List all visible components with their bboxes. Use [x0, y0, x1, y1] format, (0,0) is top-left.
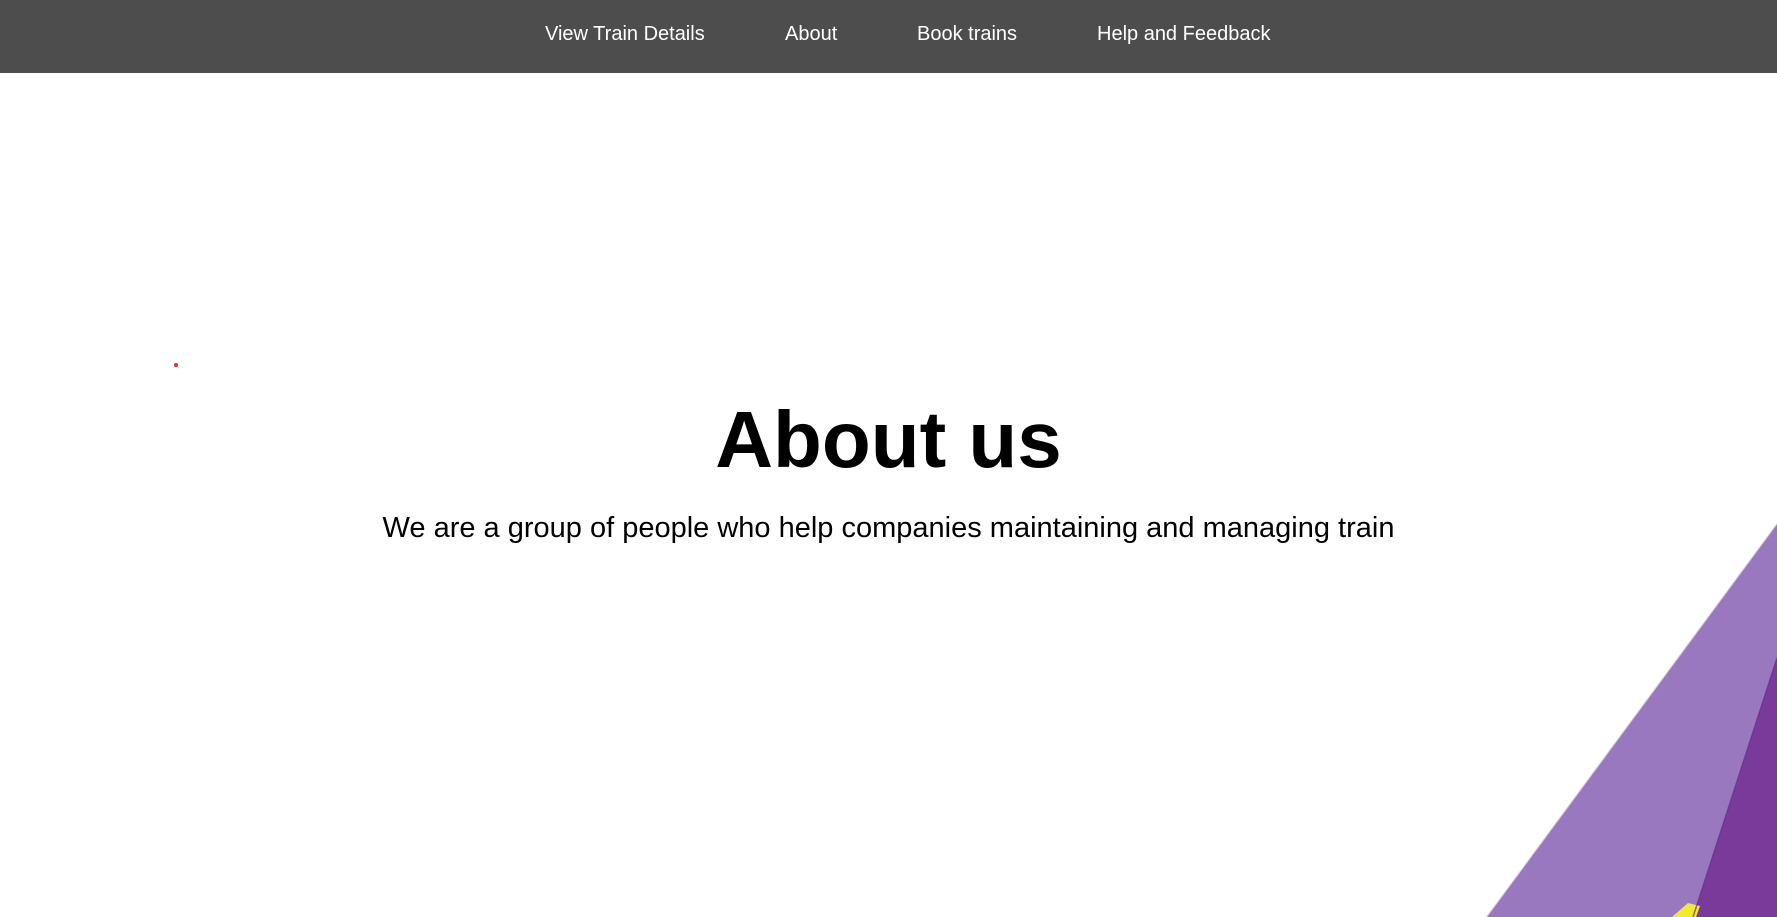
page-subtitle: We are a group of people who help compan…: [382, 512, 1395, 544]
page: View Train Details About Book trains Hel…: [0, 0, 1777, 917]
decor-facet-dark: [1693, 658, 1777, 917]
page-title: About us: [715, 395, 1062, 484]
nav-link-book-trains[interactable]: Book trains: [917, 0, 1017, 68]
top-navbar: View Train Details About Book trains Hel…: [0, 0, 1777, 73]
cursor-dot: [174, 363, 178, 367]
decor-facet-light: [1486, 523, 1777, 917]
nav-link-help-and-feedback[interactable]: Help and Feedback: [1097, 0, 1270, 68]
decor-facet-yellow: [1672, 903, 1700, 917]
nav-link-about[interactable]: About: [785, 0, 837, 68]
nav-link-view-train-details[interactable]: View Train Details: [545, 0, 705, 68]
